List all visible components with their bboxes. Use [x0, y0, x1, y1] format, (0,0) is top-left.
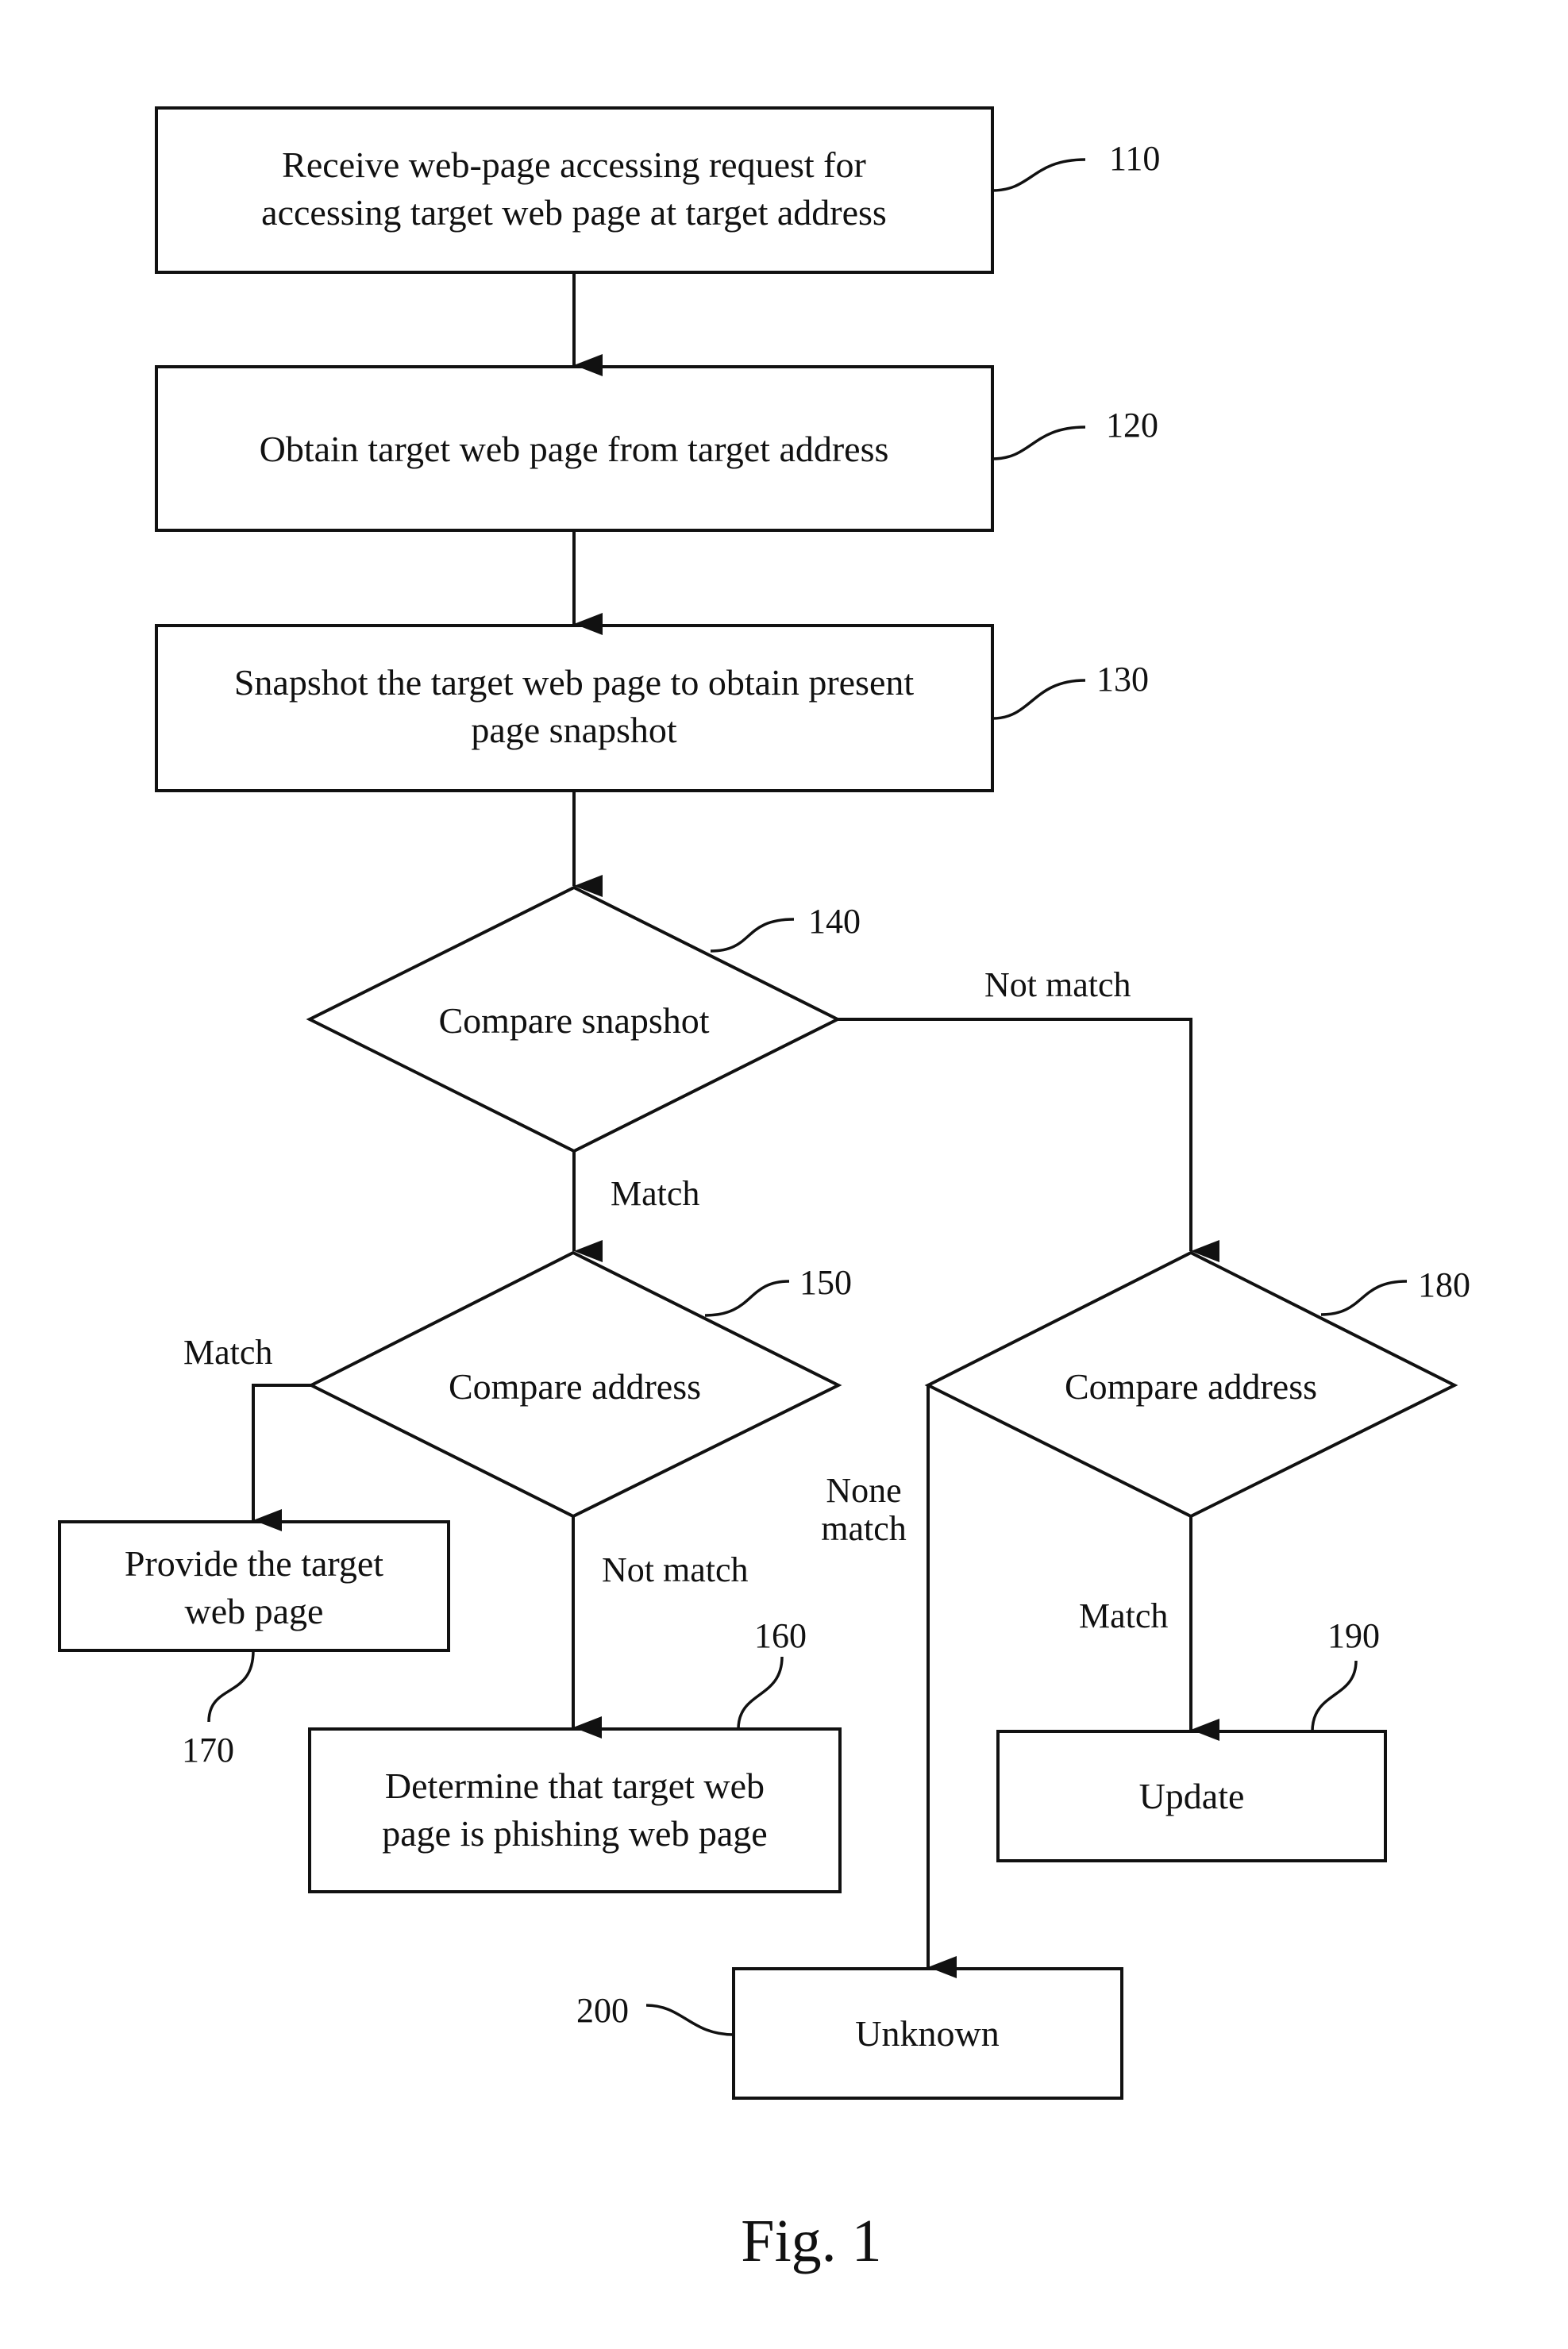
process-box-160: [308, 1727, 842, 1893]
ref-number-130: 130: [1096, 660, 1149, 699]
node-120-line-1: Obtain target web page from target addre…: [260, 429, 889, 469]
node-150: Compare address: [307, 1250, 842, 1519]
edge-150-to-170: [252, 1384, 311, 1531]
node-110-line-1: Receive web-page accessing request for: [282, 144, 866, 185]
leader-120: [992, 426, 1086, 460]
ref-number-160: 160: [754, 1616, 807, 1655]
process-box-110: [155, 106, 994, 274]
node-190-label: Update: [1139, 1776, 1245, 1816]
leader-170: [207, 1650, 255, 1723]
ref-number-180: 180: [1418, 1265, 1470, 1304]
node-160-line-2: page is phishing web page: [382, 1813, 767, 1854]
leader-200: [645, 2004, 734, 2036]
node-180-label: Compare address: [1065, 1366, 1317, 1407]
node-130-line-2: page snapshot: [471, 710, 677, 750]
edge-label-140-not-match: Not match: [984, 965, 1131, 1004]
ref-number-120: 120: [1106, 406, 1158, 445]
node-170-line-1: Provide the target: [125, 1543, 383, 1584]
node-160: Determine that target web page is phishi…: [308, 1727, 842, 1893]
node-130: Snapshot the target web page to obtain p…: [155, 624, 994, 792]
node-110: Receive web-page accessing request for a…: [155, 106, 994, 274]
edge-label-140-match: Match: [611, 1174, 699, 1213]
node-180: Compare address: [924, 1250, 1458, 1519]
node-130-line-1: Snapshot the target web page to obtain p…: [234, 662, 915, 703]
edge-label-180-none-match-line-2: match: [821, 1509, 907, 1548]
leader-130: [992, 679, 1086, 720]
node-120: Obtain target web page from target addre…: [155, 365, 994, 532]
ref-number-140: 140: [808, 902, 861, 941]
node-200-label: Unknown: [855, 2013, 999, 2054]
ref-number-150: 150: [799, 1263, 852, 1302]
node-110-line-2: accessing target web page at target addr…: [261, 192, 887, 233]
leader-180: [1320, 1280, 1408, 1316]
node-190: Update: [996, 1730, 1387, 1862]
leader-140: [710, 918, 795, 953]
figure-caption: Fig. 1: [741, 2208, 881, 2274]
edge-label-180-none-match-line-1: None: [826, 1471, 901, 1510]
ref-number-200: 200: [576, 1991, 629, 2030]
node-200: Unknown: [732, 1967, 1123, 2100]
node-160-line-1: Determine that target web: [385, 1766, 765, 1806]
node-170: Provide the target web page: [58, 1520, 450, 1652]
ref-number-110: 110: [1109, 139, 1160, 178]
process-box-130: [155, 624, 994, 792]
leader-160: [737, 1656, 784, 1730]
ref-number-190: 190: [1327, 1616, 1380, 1655]
node-150-label: Compare address: [449, 1366, 701, 1407]
edge-label-180-match: Match: [1079, 1596, 1168, 1635]
leader-190: [1311, 1660, 1358, 1732]
flowchart-canvas: Receive web-page accessing request for a…: [58, 106, 1470, 2274]
leader-110: [992, 158, 1086, 192]
node-170-line-2: web page: [185, 1591, 324, 1631]
edge-140-to-180: [838, 1018, 1219, 1262]
leader-150: [704, 1280, 790, 1317]
edge-label-150-match: Match: [183, 1333, 272, 1372]
edge-label-150-not-match: Not match: [602, 1550, 749, 1589]
node-140-label: Compare snapshot: [438, 1000, 709, 1041]
ref-number-170: 170: [182, 1731, 234, 1769]
